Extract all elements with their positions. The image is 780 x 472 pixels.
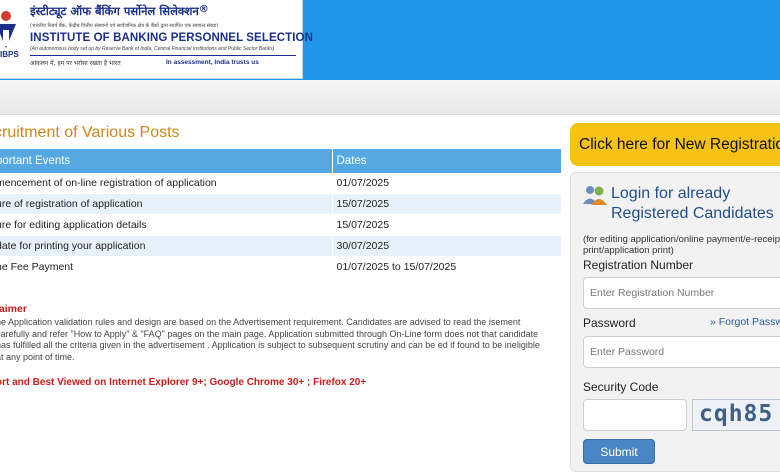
login-note: (for editing application/online payment/…: [583, 234, 780, 256]
table-row: mencement of on-line registration of app…: [0, 173, 562, 194]
submit-button[interactable]: Submit: [583, 439, 655, 464]
site-header: IBPS इंस्टीट्यूट ऑफ बैंकिंग पर्सोनेल सिल…: [0, 0, 780, 80]
column-header-events: portant Events: [0, 149, 333, 173]
org-subtitle: (An autonomous body set up by Reserve Ba…: [30, 46, 275, 52]
org-subtitle-hindi: (भारतीय रिज़र्व बैंक, केंद्रीय वित्तीय स…: [30, 23, 219, 29]
security-code-label: Security Code: [583, 380, 659, 394]
disclaimer-heading: laimer: [0, 303, 27, 315]
table-row: date for printing your application 30/07…: [0, 235, 562, 257]
date-cell: 01/07/2025: [332, 173, 562, 194]
event-cell: ure of registration of application: [0, 193, 333, 215]
forgot-password-link[interactable]: » Forgot Password: [710, 316, 780, 328]
event-cell: mencement of on-line registration of app…: [0, 173, 333, 194]
org-name: INSTITUTE OF BANKING PERSONNEL SELECTION: [30, 32, 313, 44]
event-cell: ure for editing application details: [0, 214, 333, 236]
date-cell: 30/07/2025: [332, 235, 562, 257]
login-title-line2: Registered Candidates: [611, 205, 774, 222]
tagline-hindi: आंकलन में, हम पर भरोसा रखता है भारत: [30, 60, 121, 67]
date-cell: 15/07/2025: [332, 214, 562, 236]
security-code-input[interactable]: [583, 399, 687, 431]
event-cell: ne Fee Payment: [0, 256, 333, 278]
date-cell: 15/07/2025: [332, 193, 562, 215]
ibps-logo-banner: IBPS इंस्टीट्यूट ऑफ बैंकिंग पर्सोनेल सिल…: [0, 0, 313, 79]
browser-support-note: ort and Best Viewed on Internet Explorer…: [0, 377, 367, 388]
org-name-hindi: इंस्टीट्यूट ऑफ बैंकिंग पर्सोनेल सिलेक्शन…: [30, 4, 209, 18]
event-cell: date for printing your application: [0, 235, 333, 257]
registration-number-input[interactable]: [583, 277, 780, 309]
logo-divider: [30, 55, 296, 56]
table-header-row: portant Events Dates: [0, 149, 562, 173]
tagline: In assessment, India trusts us: [166, 59, 259, 66]
ibps-logo-text: IBPS: [0, 50, 19, 59]
new-registration-button[interactable]: Click here for New Registration: [570, 123, 780, 166]
password-label: Password: [583, 316, 636, 330]
disclaimer-text: ne Application validation rules and desi…: [0, 317, 540, 362]
date-cell: 01/07/2025 to 15/07/2025: [332, 256, 562, 278]
login-title: Login for already Registered Candidates: [611, 184, 774, 224]
registration-number-label: Registration Number: [583, 258, 694, 272]
page-title: cruitment of Various Posts: [0, 124, 180, 141]
column-header-dates: Dates: [332, 149, 562, 173]
table-row: ne Fee Payment 01/07/2025 to 15/07/2025: [0, 256, 562, 278]
captcha-text: cqh85: [699, 401, 774, 427]
captcha-image: cqh85: [692, 399, 780, 431]
table-row: ure of registration of application 15/07…: [0, 193, 562, 215]
password-input[interactable]: [583, 336, 780, 368]
important-events-table: portant Events Dates mencement of on-lin…: [0, 149, 562, 278]
login-title-line1: Login for already: [611, 185, 731, 202]
users-icon: [583, 186, 607, 205]
table-row: ure for editing application details 15/0…: [0, 214, 562, 236]
nav-strip: [0, 80, 780, 115]
